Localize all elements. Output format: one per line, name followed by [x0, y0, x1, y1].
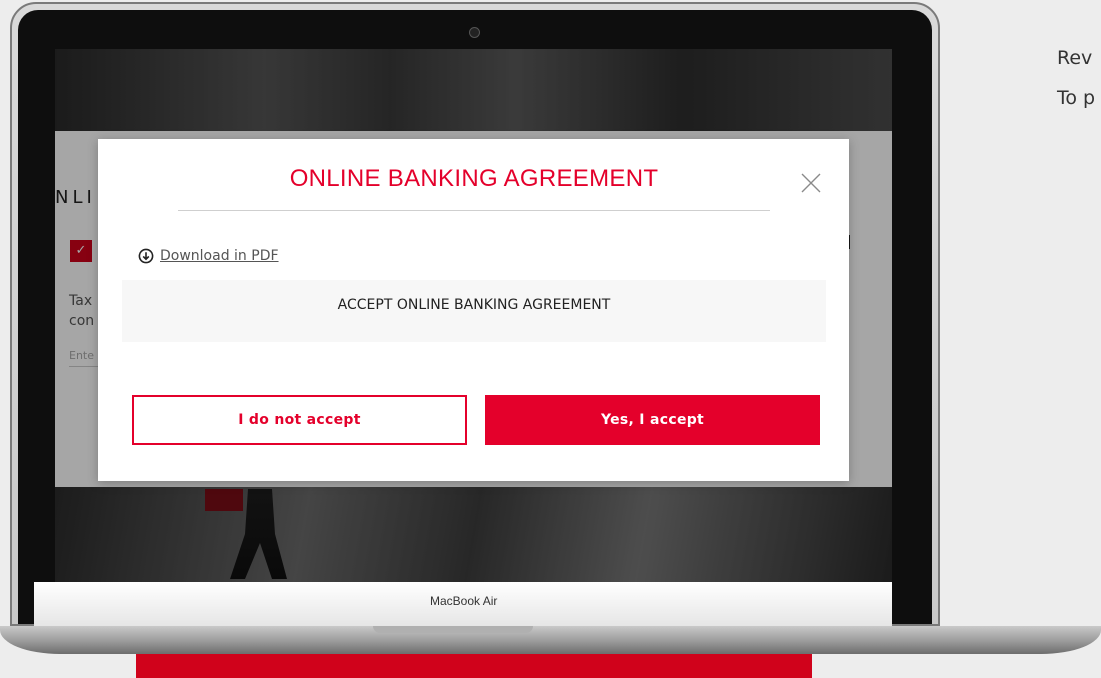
laptop-base-notch	[373, 626, 533, 633]
title-divider	[178, 210, 770, 211]
download-icon	[138, 248, 154, 264]
download-pdf-label[interactable]: Download in PDF	[160, 248, 279, 264]
agreement-text: ACCEPT ONLINE BANKING AGREEMENT	[337, 297, 611, 313]
camera-icon	[469, 27, 480, 38]
side-text-line-1: Rev	[1057, 47, 1093, 69]
accept-button[interactable]: Yes, I accept	[485, 395, 820, 445]
close-button[interactable]	[799, 171, 823, 195]
close-icon	[801, 173, 821, 193]
download-pdf-link[interactable]: Download in PDF	[138, 248, 279, 264]
side-description: Rev To p	[1057, 38, 1095, 118]
red-strip	[136, 654, 812, 678]
decline-button[interactable]: I do not accept	[132, 395, 467, 445]
modal-title: ONLINE BANKING AGREEMENT	[289, 165, 659, 192]
side-text-line-2: To p	[1057, 87, 1096, 109]
agreement-modal: ONLINE BANKING AGREEMENT Download in PDF…	[98, 139, 849, 481]
agreement-box: ACCEPT ONLINE BANKING AGREEMENT	[122, 280, 826, 342]
laptop-brand-label: MacBook Air	[430, 594, 498, 608]
laptop-base	[0, 626, 1101, 654]
